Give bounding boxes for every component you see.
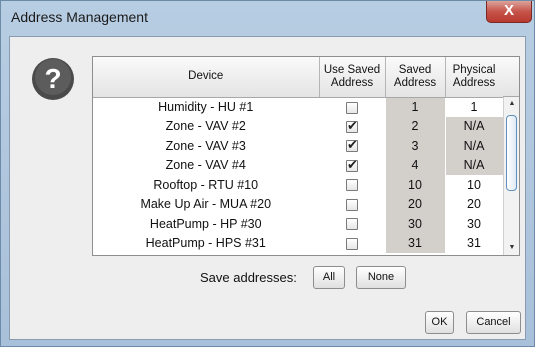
- device-cell: HeatPump - HP #30: [93, 214, 320, 234]
- table-row[interactable]: HeatPump - HP #30 30 30: [93, 214, 504, 234]
- dialog-content: ? Device Use Saved Address Saved Address…: [9, 36, 526, 340]
- device-cell: HeatPump - HPS #31: [93, 233, 320, 253]
- use-saved-checkbox[interactable]: [346, 137, 358, 153]
- close-button[interactable]: X: [486, 1, 532, 23]
- window-title: Address Management: [11, 9, 148, 25]
- saved-address-cell[interactable]: 10: [385, 175, 446, 195]
- use-saved-cell: [319, 97, 386, 117]
- physical-address-cell: 1: [445, 97, 504, 117]
- table-row[interactable]: Zone - VAV #3 3N/A: [93, 136, 504, 156]
- use-saved-cell: [319, 155, 386, 175]
- scrollbar-header-corner: [503, 57, 519, 97]
- use-saved-checkbox[interactable]: [346, 101, 358, 114]
- table-row[interactable]: Make Up Air - MUA #20 20 20: [93, 194, 504, 214]
- saved-address-cell[interactable]: 30: [385, 214, 446, 234]
- use-saved-cell: [319, 175, 386, 195]
- saved-address-cell[interactable]: 2: [385, 116, 446, 136]
- ok-button[interactable]: OK: [425, 311, 454, 334]
- table-row[interactable]: Humidity - HU #1 1 1: [93, 97, 504, 117]
- physical-address-cell: N/A: [445, 155, 504, 175]
- column-header-physical-address[interactable]: Physical Address: [445, 57, 504, 98]
- address-management-dialog: Address Management X ? Device Use Saved …: [0, 0, 535, 347]
- table-row[interactable]: Zone - VAV #2 2N/A: [93, 116, 504, 136]
- physical-address-cell: 20: [445, 194, 504, 214]
- saved-address-cell[interactable]: 1: [385, 97, 446, 117]
- title-bar[interactable]: Address Management X: [1, 1, 534, 35]
- column-header-device[interactable]: Device: [93, 57, 320, 98]
- header-use-saved-line1: Use Saved: [323, 63, 381, 76]
- use-saved-checkbox[interactable]: [346, 157, 358, 173]
- table-row[interactable]: HeatPump - HPS #31 31 31: [93, 233, 504, 253]
- header-use-saved-line2: Address: [330, 76, 374, 89]
- device-cell: Make Up Air - MUA #20: [93, 194, 320, 214]
- header-physical-line1: Physical: [452, 63, 496, 76]
- saved-address-cell[interactable]: 20: [385, 194, 446, 214]
- saved-address-cell[interactable]: 4: [385, 155, 446, 175]
- physical-address-cell: N/A: [445, 116, 504, 136]
- saved-address-cell[interactable]: 3: [385, 136, 446, 156]
- column-header-use-saved-address[interactable]: Use Saved Address: [319, 57, 386, 98]
- device-cell: Zone - VAV #2: [93, 116, 320, 136]
- physical-address-cell: 30: [445, 214, 504, 234]
- use-saved-cell: [319, 233, 386, 253]
- save-all-button[interactable]: All: [313, 266, 345, 289]
- table-header-row: Device Use Saved Address Saved Address P…: [93, 57, 504, 98]
- use-saved-checkbox[interactable]: [346, 237, 358, 250]
- device-cell: Rooftop - RTU #10: [93, 175, 320, 195]
- header-physical-line2: Address: [452, 76, 496, 89]
- physical-address-cell: 31: [445, 233, 504, 253]
- device-cell: Zone - VAV #4: [93, 155, 320, 175]
- use-saved-checkbox[interactable]: [346, 118, 358, 134]
- saved-address-cell[interactable]: 31: [385, 233, 446, 253]
- device-cell: Humidity - HU #1: [93, 97, 320, 117]
- cancel-button[interactable]: Cancel: [466, 311, 521, 334]
- use-saved-checkbox[interactable]: [346, 218, 358, 231]
- use-saved-cell: [319, 194, 386, 214]
- physical-address-cell: N/A: [445, 136, 504, 156]
- question-mark-icon: ?: [32, 58, 74, 100]
- address-table: Device Use Saved Address Saved Address P…: [92, 56, 520, 256]
- save-addresses-label: Save addresses:: [200, 270, 297, 285]
- save-none-button[interactable]: None: [356, 266, 406, 289]
- scroll-down-arrow-icon[interactable]: ▼: [504, 241, 520, 255]
- device-cell: Zone - VAV #3: [93, 136, 320, 156]
- use-saved-checkbox[interactable]: [346, 198, 358, 211]
- table-row[interactable]: Rooftop - RTU #10 10 10: [93, 175, 504, 195]
- table-row[interactable]: Zone - VAV #4 4N/A: [93, 155, 504, 175]
- header-saved-line2: Address: [393, 76, 437, 89]
- address-grid: Device Use Saved Address Saved Address P…: [93, 57, 504, 253]
- use-saved-cell: [319, 214, 386, 234]
- use-saved-checkbox[interactable]: [346, 179, 358, 192]
- vertical-scrollbar[interactable]: ▲ ▼: [503, 97, 519, 255]
- scroll-up-arrow-icon[interactable]: ▲: [504, 97, 520, 111]
- svg-text:?: ?: [44, 63, 61, 94]
- column-header-saved-address[interactable]: Saved Address: [385, 57, 446, 98]
- table-body: Humidity - HU #111Zone - VAV #22N/AZone …: [93, 97, 504, 253]
- physical-address-cell: 10: [445, 175, 504, 195]
- use-saved-cell: [319, 136, 386, 156]
- header-saved-line1: Saved: [398, 63, 432, 76]
- scrollbar-thumb[interactable]: [506, 115, 517, 191]
- use-saved-cell: [319, 116, 386, 136]
